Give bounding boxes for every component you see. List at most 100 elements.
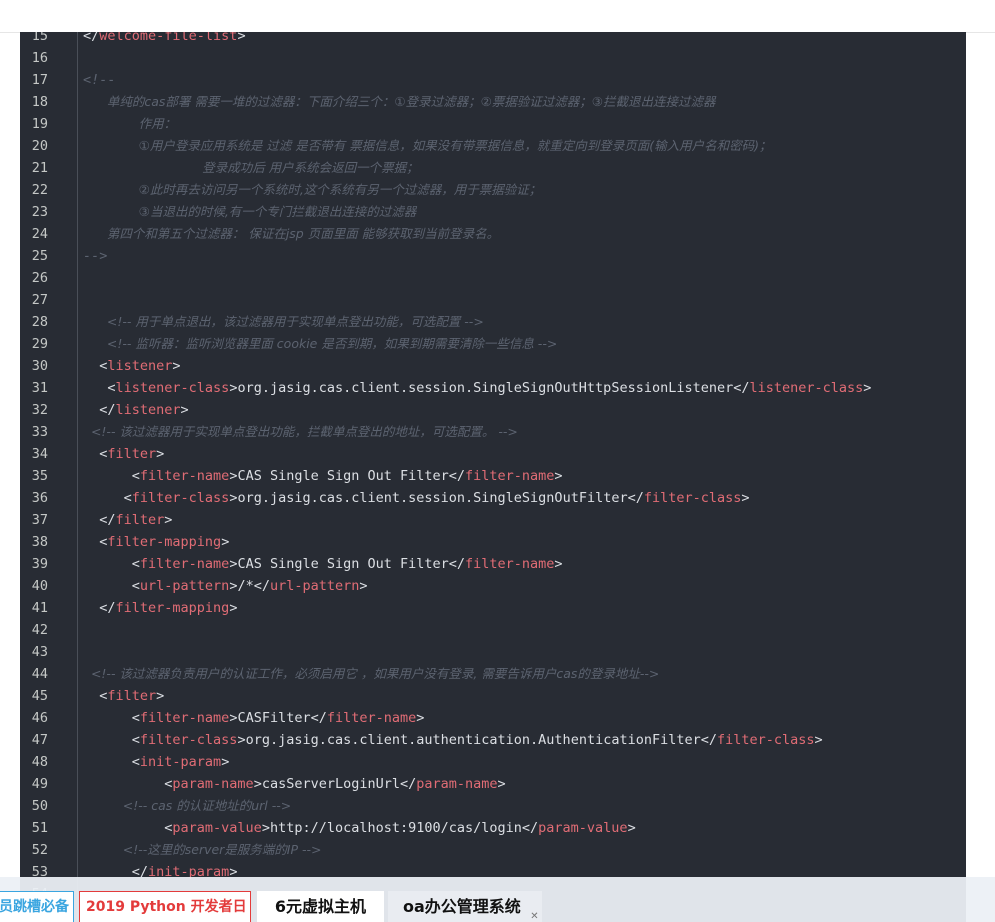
- xml-tag: filter-name: [139, 710, 230, 726]
- ad-tab-2[interactable]: 2019 Python 开发者日: [79, 891, 251, 922]
- ad-tab-3[interactable]: 6元虚拟主机: [257, 891, 384, 922]
- code-token: <: [83, 710, 140, 726]
- code-text: </welcome-file-list>: [48, 32, 246, 47]
- code-line: 31 <listener-class>org.jasig.cas.client.…: [20, 377, 966, 399]
- code-line: 15 </welcome-file-list>: [20, 32, 966, 47]
- code-token: >: [180, 402, 189, 418]
- xml-tag: filter-mapping: [107, 534, 222, 550]
- code-text: <filter-class>org.jasig.cas.client.authe…: [48, 729, 823, 751]
- line-number: 43: [31, 644, 48, 660]
- code-line: 37 </filter>: [20, 509, 966, 531]
- code-line: 47 <filter-class>org.jasig.cas.client.au…: [20, 729, 966, 751]
- code-text: ③当退出的时候,有一个专门拦截退出连接的过滤器: [48, 201, 417, 223]
- line-number: 28: [31, 314, 48, 330]
- line-number: 17: [31, 72, 48, 88]
- code-token: >casServerLoginUrl</: [253, 776, 417, 792]
- code-token: >: [627, 820, 636, 836]
- code-token: >: [164, 512, 173, 528]
- code-line: 24 第四个和第五个过滤器： 保证在jsp 页面里面 能够获取到当前登录名。: [20, 223, 966, 245]
- code-token: <: [83, 754, 140, 770]
- xml-tag: filter-mapping: [115, 600, 230, 616]
- code-text: </filter>: [48, 509, 172, 531]
- code-token: </: [83, 512, 116, 528]
- line-number: 27: [31, 292, 48, 308]
- line-number: 41: [31, 600, 48, 616]
- code-lines: 15 </welcome-file-list> 16 17 <!-- 18 单纯的cas部…: [20, 32, 966, 905]
- code-token: </: [83, 600, 116, 616]
- line-number: 39: [31, 556, 48, 572]
- code-token: <: [83, 534, 108, 550]
- xml-tag: filter-class: [643, 490, 742, 506]
- code-text: <!--这里的server是服务端的IP -->: [48, 839, 322, 861]
- code-token: >CAS Single Sign Out Filter</: [229, 556, 466, 572]
- ad-tab-1[interactable]: 员跳槽必备: [0, 891, 74, 922]
- line-number: 45: [31, 688, 48, 704]
- code-text: 第四个和第五个过滤器： 保证在jsp 页面里面 能够获取到当前登录名。: [48, 223, 499, 245]
- code-text: </listener>: [48, 399, 189, 421]
- code-token: >: [497, 776, 506, 792]
- code-token: <: [83, 820, 173, 836]
- line-number: 36: [31, 490, 48, 506]
- code-token: >: [229, 600, 238, 616]
- code-token: </: [83, 32, 100, 44]
- line-number: 40: [31, 578, 48, 594]
- code-block[interactable]: 15 </welcome-file-list> 16 17 <!-- 18 单纯的cas部…: [20, 32, 966, 922]
- line-number: 47: [31, 732, 48, 748]
- line-number: 44: [31, 666, 48, 682]
- line-number: 21: [31, 160, 48, 176]
- line-number: 19: [31, 116, 48, 132]
- xml-tag: listener: [115, 402, 181, 418]
- top-bar: [0, 0, 995, 33]
- code-line: 38 <filter-mapping>: [20, 531, 966, 553]
- code-line: 17 <!--: [20, 69, 966, 91]
- xml-tag: filter-name: [465, 468, 555, 484]
- ad-tab-4[interactable]: oa办公管理系统: [388, 891, 542, 922]
- xml-tag: url-pattern: [139, 578, 230, 594]
- code-line: 19 作用：: [20, 113, 966, 135]
- code-text: ①用户登录应用系统是 过滤 是否带有 票据信息，如果没有带票据信息，就重定向到登…: [48, 135, 772, 157]
- code-comment: <!-- 该过滤器负责用户的认证工作，必须启用它 ，如果用户没有登录, 需要告诉…: [83, 666, 660, 681]
- code-token: <: [83, 380, 116, 396]
- xml-tag: param-value: [172, 820, 262, 836]
- code-token: >: [221, 534, 230, 550]
- code-text: -->: [48, 245, 107, 267]
- line-number: 32: [31, 402, 48, 418]
- code-text: <!-- 该过滤器用于实现单点登出功能，拦截单点登出的地址，可选配置。 -->: [48, 421, 518, 443]
- code-line: 34 <filter>: [20, 443, 966, 465]
- code-token: >: [172, 358, 181, 374]
- xml-tag: filter-name: [139, 468, 230, 484]
- code-text: <!-- cas 的认证地址的url -->: [48, 795, 292, 817]
- line-number: 49: [31, 776, 48, 792]
- code-token: >: [221, 754, 230, 770]
- code-line: 48 <init-param>: [20, 751, 966, 773]
- code-line: 51 <param-value>http://localhost:9100/ca…: [20, 817, 966, 839]
- line-number: 46: [31, 710, 48, 726]
- line-number: 26: [31, 270, 48, 286]
- code-comment: <!-- 该过滤器用于实现单点登出功能，拦截单点登出的地址，可选配置。 -->: [83, 424, 518, 439]
- code-text: <!-- 监听器：监听浏览器里面 cookie 是否到期，如果到期需要清除一些信…: [48, 333, 557, 355]
- code-line: 30 <listener>: [20, 355, 966, 377]
- code-line: 41 </filter-mapping>: [20, 597, 966, 619]
- code-token: >http://localhost:9100/cas/login</: [261, 820, 539, 836]
- code-text: <!--: [48, 69, 116, 91]
- code-token: >org.jasig.cas.client.session.SingleSign…: [229, 490, 644, 506]
- code-line: 26: [20, 267, 966, 289]
- code-line: 25 -->: [20, 245, 966, 267]
- code-line: 20 ①用户登录应用系统是 过滤 是否带有 票据信息，如果没有带票据信息，就重定…: [20, 135, 966, 157]
- code-token: >: [554, 468, 563, 484]
- line-number: 24: [31, 226, 48, 242]
- code-text: <filter-class>org.jasig.cas.client.sessi…: [48, 487, 750, 509]
- line-number: 25: [31, 248, 48, 264]
- code-text: <param-value>http://localhost:9100/cas/l…: [48, 817, 636, 839]
- close-icon[interactable]: ✕: [528, 911, 541, 922]
- line-number: 52: [31, 842, 48, 858]
- xml-tag: filter-name: [326, 710, 417, 726]
- xml-tag: filter-name: [139, 556, 230, 572]
- line-number: 38: [31, 534, 48, 550]
- code-text: ②此时再去访问另一个系统时,这个系统有另一个过滤器，用于票据验证；: [48, 179, 542, 201]
- code-token: <: [83, 446, 108, 462]
- code-comment: <!--这里的server是服务端的IP -->: [83, 842, 322, 857]
- code-token: <: [83, 688, 108, 704]
- code-token: >org.jasig.cas.client.authentication.Aut…: [237, 732, 717, 748]
